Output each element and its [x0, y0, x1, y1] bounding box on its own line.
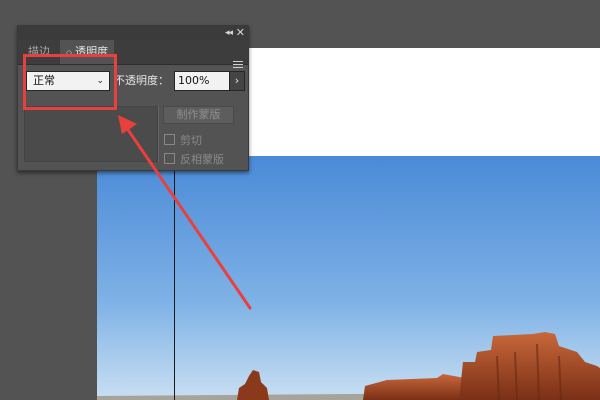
invert-mask-checkbox[interactable]: 反相蒙版	[164, 153, 224, 166]
panel-titlebar[interactable]: ◂◂ ✕	[18, 26, 248, 40]
opacity-slider-button[interactable]: ›	[229, 71, 245, 91]
panel-menu-icon[interactable]	[233, 61, 243, 70]
object-thumbnail	[24, 106, 158, 162]
make-mask-button[interactable]: 制作蒙版	[163, 106, 234, 124]
landscape-photo	[97, 156, 600, 400]
opacity-input[interactable]: 100%	[174, 71, 230, 91]
collapse-panel-icon[interactable]: ◂◂	[225, 27, 233, 39]
divider	[158, 106, 159, 162]
clip-checkbox[interactable]: 剪切	[164, 134, 202, 147]
checkbox-icon	[164, 134, 175, 145]
annotation-highlight-box	[23, 54, 117, 110]
checkbox-icon	[164, 153, 175, 164]
opacity-label: 不透明度：	[114, 74, 169, 87]
close-icon[interactable]: ✕	[236, 26, 245, 39]
